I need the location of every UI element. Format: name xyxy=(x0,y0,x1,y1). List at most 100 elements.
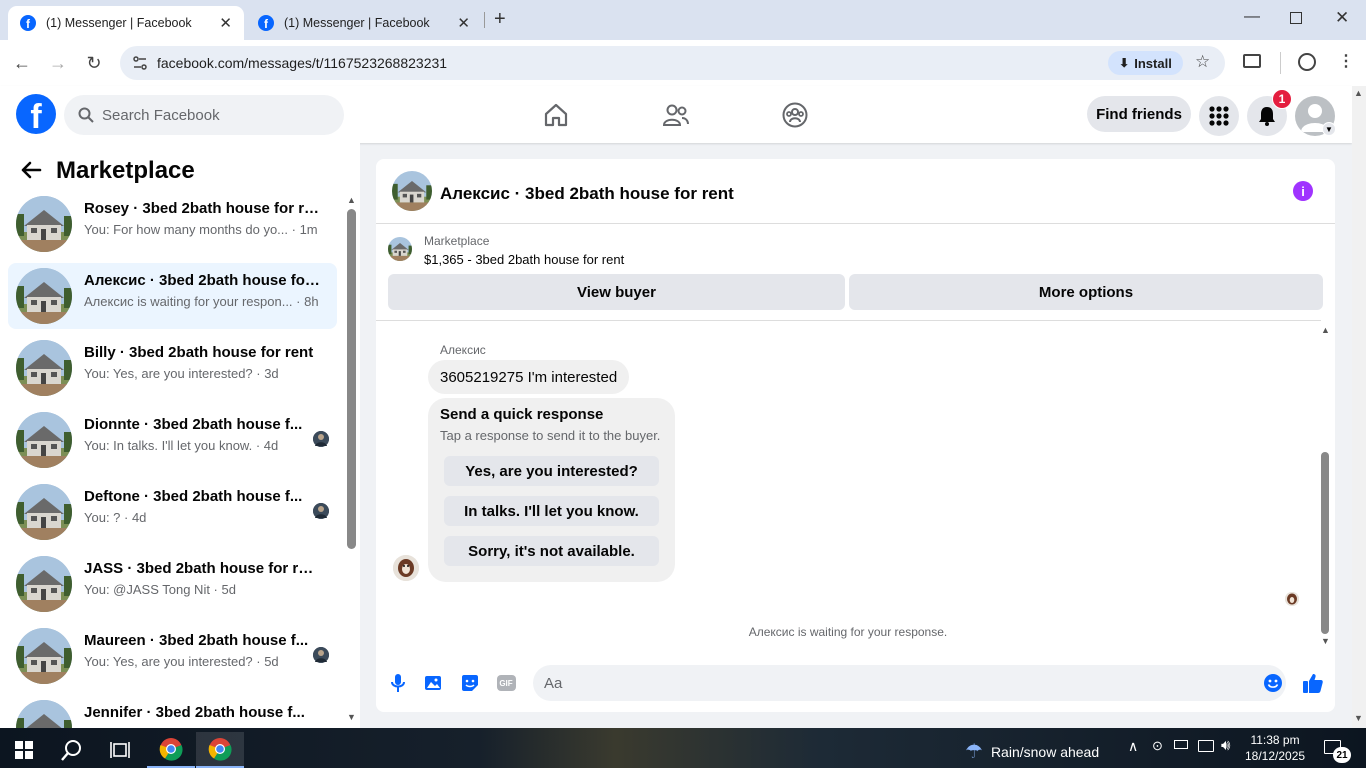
conversation-list-scrollbar[interactable] xyxy=(347,209,356,549)
close-tab-icon[interactable]: ✕ xyxy=(219,14,232,32)
search-icon xyxy=(78,107,94,123)
install-app-button[interactable]: ⬇ Install xyxy=(1108,51,1183,75)
info-icon[interactable]: i xyxy=(1293,181,1313,201)
scroll-down-icon[interactable]: ▼ xyxy=(1354,713,1363,723)
conversation-name: Jennifer · 3bed 2bath house f... xyxy=(84,704,305,721)
conversation-preview: You: In talks. I'll let you know. · 4d xyxy=(84,438,279,453)
friends-icon[interactable] xyxy=(658,97,694,133)
browser-tab-bar: f (1) Messenger | Facebook ✕ f (1) Messe… xyxy=(0,0,1366,40)
bookmark-star-icon[interactable]: ☆ xyxy=(1195,52,1210,72)
conversation-name: Алексис · 3bed 2bath house for ... xyxy=(84,272,320,289)
search-icon[interactable] xyxy=(48,732,96,768)
conversation-item[interactable]: Dionnte · 3bed 2bath house f... You: In … xyxy=(8,407,337,473)
back-arrow-icon[interactable] xyxy=(20,159,42,185)
quick-response-title: Send a quick response xyxy=(440,406,604,423)
chevron-up-icon[interactable]: ∧ xyxy=(1128,738,1138,755)
quick-response-option[interactable]: In talks. I'll let you know. xyxy=(444,496,659,526)
listing-thumbnail xyxy=(16,196,72,252)
conversation-item[interactable]: Deftone · 3bed 2bath house f... You: ? ·… xyxy=(8,479,337,545)
omnibox[interactable]: facebook.com/messages/t/1167523268823231… xyxy=(120,46,1225,80)
listing-title[interactable]: $1,365 - 3bed 2bath house for rent xyxy=(424,252,624,267)
tab-messenger-active[interactable]: f (1) Messenger | Facebook ✕ xyxy=(8,6,244,40)
conversation-item-selected[interactable]: Алексис · 3bed 2bath house for ... Алекс… xyxy=(8,263,337,329)
find-friends-button[interactable]: Find friends xyxy=(1087,96,1191,132)
tab-messenger[interactable]: f (1) Messenger | Facebook ✕ xyxy=(246,6,482,40)
sticker-icon[interactable] xyxy=(459,672,481,694)
conversation-item[interactable]: JASS · 3bed 2bath house for rent You: @J… xyxy=(8,551,337,617)
close-window-icon[interactable]: ✕ xyxy=(1335,8,1349,28)
weather-widget[interactable]: ☂ Rain/snow ahead xyxy=(965,739,1099,764)
tab-title: (1) Messenger | Facebook xyxy=(46,16,192,30)
list-scroll-down-icon[interactable]: ▼ xyxy=(347,712,356,722)
listing-thumbnail xyxy=(16,484,72,540)
system-clock[interactable]: 11:38 pm 18/12/2025 xyxy=(1245,732,1305,764)
photo-icon[interactable] xyxy=(423,672,445,694)
groups-icon[interactable] xyxy=(777,97,813,133)
chrome-profile-taskbar-icon[interactable] xyxy=(196,732,244,768)
maximize-icon[interactable] xyxy=(1290,12,1302,24)
minimize-icon[interactable]: — xyxy=(1244,8,1260,26)
profile-icon[interactable] xyxy=(1298,53,1316,71)
chrome-taskbar-icon[interactable] xyxy=(147,732,195,768)
chat-title[interactable]: Алексис · 3bed 2bath house for rent xyxy=(440,184,734,204)
conversation-item[interactable]: Billy · 3bed 2bath house for rent You: Y… xyxy=(8,335,337,401)
scroll-up-icon[interactable]: ▲ xyxy=(1354,88,1363,98)
listing-thumbnail xyxy=(16,412,72,468)
facebook-logo[interactable]: f xyxy=(16,94,56,134)
chat-listing-avatar[interactable] xyxy=(392,171,432,211)
page-scrollbar-track[interactable]: ▲ ▼ xyxy=(1352,86,1366,728)
emoji-icon[interactable] xyxy=(1262,672,1284,694)
listing-thumbnail xyxy=(16,556,72,612)
quick-response-option[interactable]: Yes, are you interested? xyxy=(444,456,659,486)
task-view-icon[interactable] xyxy=(96,732,144,768)
conversation-preview: You: Yes, are you interested? · 5d xyxy=(84,654,279,669)
message-sender-name: Алексис xyxy=(440,343,486,357)
url-text[interactable]: facebook.com/messages/t/1167523268823231 xyxy=(157,55,447,71)
conversation-preview: You: Yes, are you interested? · 3d xyxy=(84,366,279,381)
chat-scrollbar[interactable] xyxy=(1321,452,1329,634)
forward-icon[interactable]: → xyxy=(44,49,72,77)
gif-icon[interactable]: GIF xyxy=(495,672,517,694)
listing-thumbnail xyxy=(16,700,72,728)
conversation-item[interactable]: Jennifer · 3bed 2bath house f... xyxy=(8,695,337,728)
windows-start-icon[interactable] xyxy=(0,732,48,768)
close-tab-icon[interactable]: ✕ xyxy=(457,14,470,32)
site-info-icon[interactable] xyxy=(132,55,148,71)
microphone-icon[interactable] xyxy=(387,672,409,694)
conversation-item[interactable]: Maureen · 3bed 2bath house f... You: Yes… xyxy=(8,623,337,689)
battery-icon[interactable] xyxy=(1174,740,1188,749)
sender-avatar[interactable] xyxy=(393,555,419,581)
chat-scroll-down-icon[interactable]: ▼ xyxy=(1321,636,1330,646)
install-label: Install xyxy=(1134,55,1172,71)
tab-search-icon[interactable] xyxy=(1243,54,1261,68)
new-tab-icon[interactable]: + xyxy=(494,8,506,31)
page-title: Marketplace xyxy=(56,157,195,184)
more-options-button[interactable]: More options xyxy=(849,274,1323,310)
marketplace-label: Marketplace xyxy=(424,234,490,248)
device-icon[interactable]: ⊙ xyxy=(1152,738,1163,754)
message-input[interactable]: Aa xyxy=(533,665,1286,701)
menu-kebab-icon[interactable]: ⋮ xyxy=(1338,51,1354,71)
listing-thumbnail xyxy=(16,340,72,396)
back-icon[interactable]: ← xyxy=(8,49,36,77)
listing-thumbnail-small[interactable] xyxy=(388,237,412,261)
chat-scroll-up-icon[interactable]: ▲ xyxy=(1321,325,1330,335)
conversation-item[interactable]: Rosey · 3bed 2bath house for rent You: F… xyxy=(8,191,337,257)
bell-icon xyxy=(1259,107,1275,126)
reload-icon[interactable]: ↻ xyxy=(80,49,108,77)
conversation-preview: You: For how many months do yo... · 1m xyxy=(84,222,318,237)
windows-taskbar: ☂ Rain/snow ahead ∧ ⊙ 🔊︎ 11:38 pm 18/12/… xyxy=(0,728,1366,768)
menu-grid-button[interactable] xyxy=(1199,96,1239,136)
network-icon[interactable] xyxy=(1198,740,1214,752)
seen-avatar xyxy=(313,503,329,519)
message-bubble[interactable]: 3605219275 I'm interested xyxy=(428,360,630,394)
view-buyer-button[interactable]: View buyer xyxy=(388,274,845,310)
quick-response-option[interactable]: Sorry, it's not available. xyxy=(444,536,659,566)
thumbs-up-icon[interactable] xyxy=(1302,672,1324,694)
chevron-down-icon[interactable]: ▼ xyxy=(1322,122,1336,136)
grid-menu-icon xyxy=(1209,106,1229,126)
list-scroll-up-icon[interactable]: ▲ xyxy=(347,195,356,205)
volume-icon[interactable]: 🔊︎ xyxy=(1221,737,1230,754)
home-icon[interactable] xyxy=(538,97,574,133)
search-input[interactable]: Search Facebook xyxy=(64,95,344,135)
